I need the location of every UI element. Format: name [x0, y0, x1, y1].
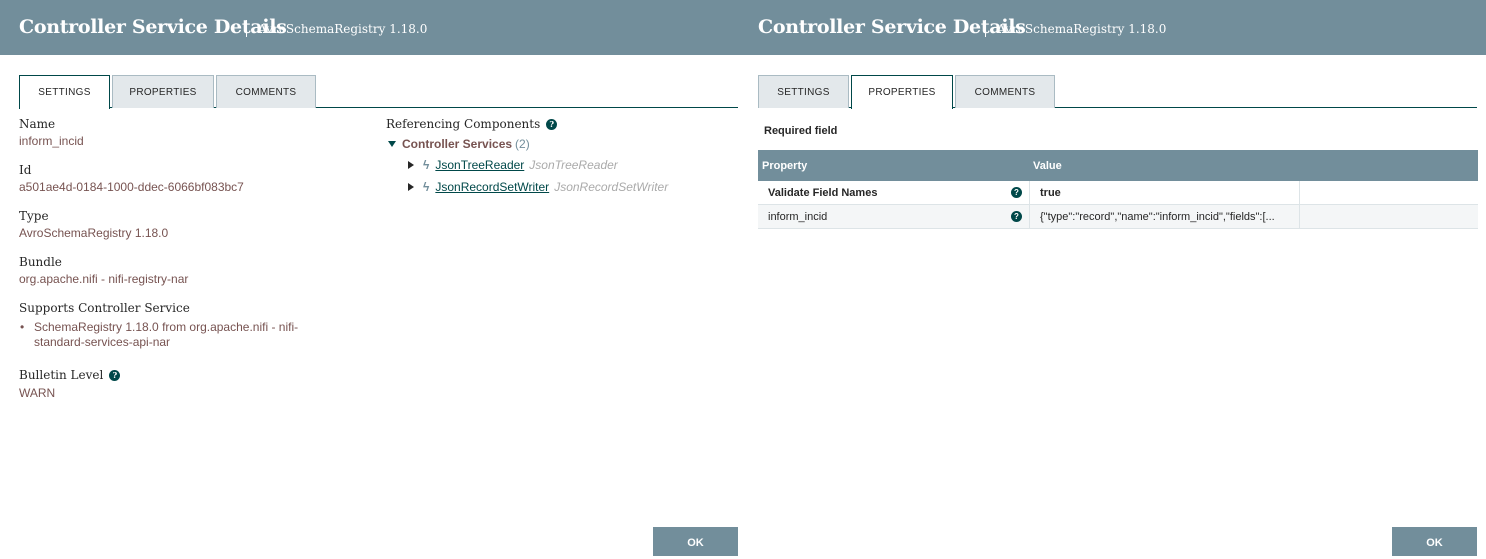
tab-properties[interactable]: PROPERTIES [112, 75, 214, 108]
properties-table: Property Value Validate Field Names ? tr… [758, 150, 1478, 229]
referencing-components-label-row: Referencing Components? [386, 117, 558, 131]
tab-bar: SETTINGS PROPERTIES COMMENTS [19, 75, 738, 109]
supports-value: SchemaRegistry 1.18.0 from org.apache.ni… [34, 320, 299, 349]
header-separator [985, 20, 986, 37]
property-help: ? [1011, 187, 1022, 199]
dialog-header: Controller Service Details AvroSchemaReg… [743, 0, 1486, 55]
column-header-property[interactable]: Property [762, 160, 807, 172]
id-label: Id [19, 163, 32, 177]
bundle-label: Bundle [19, 255, 62, 269]
tab-settings[interactable]: SETTINGS [19, 75, 110, 109]
bundle-value: org.apache.nifi - nifi-registry-nar [19, 272, 189, 286]
help-icon[interactable]: ? [1011, 187, 1022, 198]
name-label: Name [19, 117, 56, 131]
table-row[interactable]: inform_incid ? {"type":"record","name":"… [758, 205, 1478, 229]
right-dialog: Controller Service Details AvroSchemaReg… [743, 0, 1486, 556]
referencing-item: ϟ JsonTreeReader JsonTreeReader [408, 158, 618, 172]
controller-services-group[interactable]: Controller Services (2) [388, 137, 530, 151]
help-icon[interactable]: ? [109, 370, 121, 381]
tab-properties[interactable]: PROPERTIES [851, 75, 953, 109]
column-divider [1299, 205, 1300, 229]
supports-list-item: SchemaRegistry 1.18.0 from org.apache.ni… [19, 320, 339, 350]
caret-down-icon[interactable] [388, 141, 396, 147]
ok-button[interactable]: OK [653, 527, 738, 556]
help-icon[interactable]: ? [1011, 211, 1022, 222]
tab-comments[interactable]: COMMENTS [955, 75, 1055, 108]
type-value: AvroSchemaRegistry 1.18.0 [19, 226, 169, 240]
name-value: inform_incid [19, 134, 84, 148]
header-separator [246, 20, 247, 37]
supports-label: Supports Controller Service [19, 301, 190, 315]
property-help: ? [1011, 211, 1022, 223]
help-icon[interactable]: ? [546, 119, 558, 130]
controller-services-label: Controller Services [402, 137, 513, 151]
referencing-item: ϟ JsonRecordSetWriter JsonRecordSetWriter [408, 180, 668, 194]
referencing-components-label: Referencing Components [386, 117, 541, 131]
column-divider [1299, 181, 1300, 205]
table-row[interactable]: Validate Field Names ? true [758, 181, 1478, 205]
dialog-subtitle: AvroSchemaRegistry 1.18.0 [997, 22, 1167, 36]
bulletin-value: WARN [19, 386, 56, 400]
tab-comments[interactable]: COMMENTS [216, 75, 316, 108]
referencing-item-link[interactable]: JsonTreeReader [435, 158, 524, 172]
caret-right-icon[interactable] [408, 183, 414, 191]
column-divider [1029, 181, 1030, 205]
dialog-header: Controller Service Details AvroSchemaReg… [0, 0, 743, 55]
column-divider [1029, 205, 1030, 229]
ok-button[interactable]: OK [1392, 527, 1477, 556]
tab-settings[interactable]: SETTINGS [758, 75, 849, 108]
table-header: Property Value [758, 150, 1478, 181]
referencing-item-type: JsonRecordSetWriter [554, 180, 669, 194]
property-name: Validate Field Names [768, 187, 878, 199]
property-value[interactable]: {"type":"record","name":"inform_incid","… [1040, 211, 1296, 223]
referencing-item-link[interactable]: JsonRecordSetWriter [435, 180, 549, 194]
tab-bar: SETTINGS PROPERTIES COMMENTS [758, 75, 1477, 109]
id-value: a501ae4d-0184-1000-ddec-6066bf083bc7 [19, 180, 244, 194]
controller-services-count: (2) [515, 137, 530, 151]
left-dialog: Controller Service Details AvroSchemaReg… [0, 0, 743, 556]
caret-right-icon[interactable] [408, 161, 414, 169]
referencing-item-type: JsonTreeReader [529, 158, 618, 172]
required-field-note: Required field [764, 125, 838, 137]
bulletin-label-row: Bulletin Level? [19, 368, 121, 382]
bolt-icon: ϟ [423, 180, 430, 194]
bolt-icon: ϟ [423, 158, 430, 172]
property-name: inform_incid [768, 211, 828, 223]
type-label: Type [19, 209, 49, 223]
column-header-value[interactable]: Value [1033, 160, 1062, 172]
property-value[interactable]: true [1040, 187, 1296, 199]
bulletin-label: Bulletin Level [19, 368, 104, 382]
dialog-subtitle: AvroSchemaRegistry 1.18.0 [258, 22, 428, 36]
